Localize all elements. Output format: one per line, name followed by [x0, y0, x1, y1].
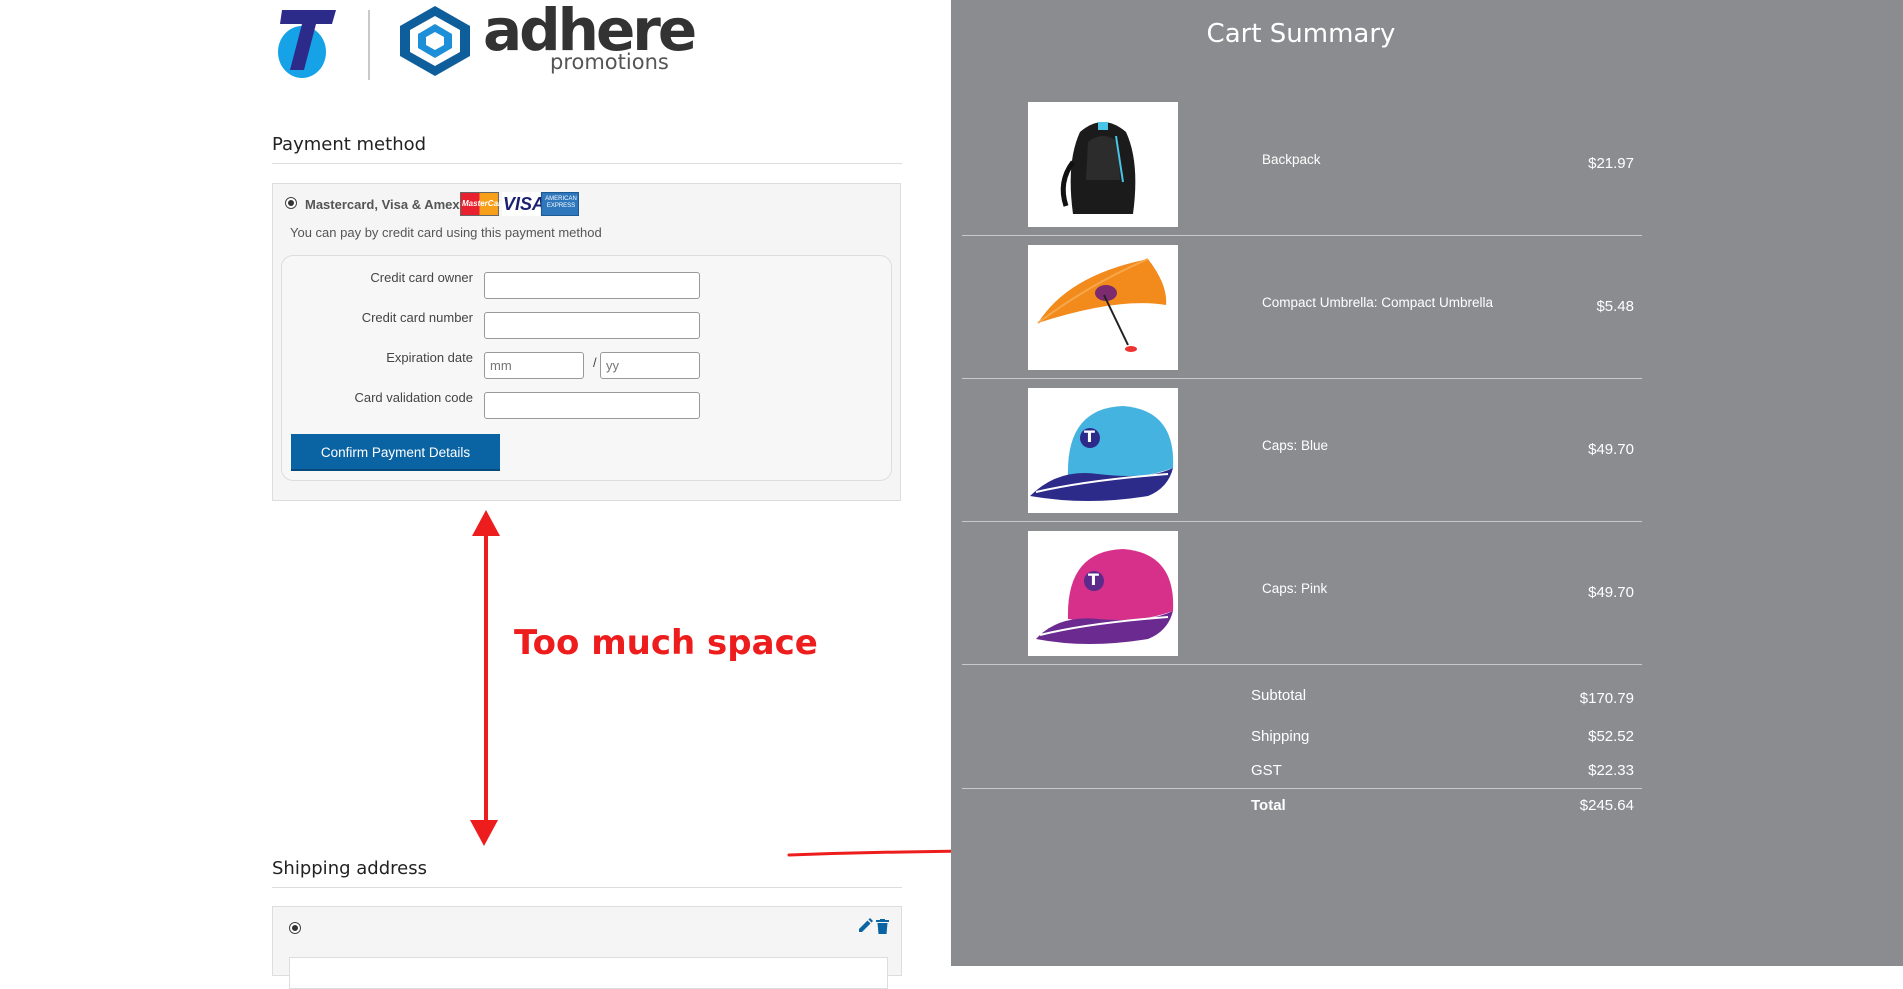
gst-value: $22.33: [1588, 762, 1634, 779]
totals-divider: [962, 788, 1642, 789]
cart-item-price: $21.97: [1588, 155, 1634, 172]
product-image: [1028, 245, 1178, 370]
svg-text:T: T: [1084, 427, 1095, 446]
annotation-text: Too much space: [514, 623, 818, 663]
total-label: Total: [1251, 797, 1286, 814]
product-image: [1028, 102, 1178, 227]
cart-item-name: Compact Umbrella: Compact Umbrella: [1262, 295, 1494, 310]
cart-item-price: $5.48: [1596, 298, 1634, 315]
backpack-image-icon: [1060, 122, 1136, 214]
cart-summary-panel: Cart Summary Backpack $21.97 Compact Umb…: [951, 0, 1903, 966]
subtotal-label: Subtotal: [1251, 687, 1307, 704]
total-value: $245.64: [1579, 797, 1634, 814]
cart-item-name: Caps: Pink: [1262, 581, 1328, 596]
shipping-value: $52.52: [1588, 728, 1634, 745]
cart-item-price: $49.70: [1588, 441, 1634, 458]
cart-summary-title: Cart Summary: [1206, 19, 1396, 49]
cart-item: T Caps: Blue $49.70: [962, 379, 1642, 522]
cart-item-name: Backpack: [1262, 152, 1321, 167]
cart-item-price: $49.70: [1588, 584, 1634, 601]
umbrella-image-icon: [1037, 258, 1167, 352]
cart-item-name: Caps: Blue: [1262, 438, 1329, 453]
gst-label: GST: [1251, 762, 1282, 779]
shipping-label: Shipping: [1251, 728, 1310, 745]
double-arrow-annotation: [470, 510, 500, 846]
cart-item: Compact Umbrella: Compact Umbrella $5.48: [962, 236, 1642, 379]
pink-cap-image-icon: T: [1036, 549, 1174, 644]
product-image: T: [1028, 388, 1178, 513]
subtotal-value: $170.79: [1579, 690, 1634, 707]
blue-cap-image-icon: T: [1030, 406, 1174, 501]
svg-text:T: T: [1088, 570, 1099, 589]
product-image: T: [1028, 531, 1178, 656]
cart-item: Backpack $21.97: [962, 93, 1642, 236]
cart-item: T Caps: Pink $49.70: [962, 522, 1642, 665]
